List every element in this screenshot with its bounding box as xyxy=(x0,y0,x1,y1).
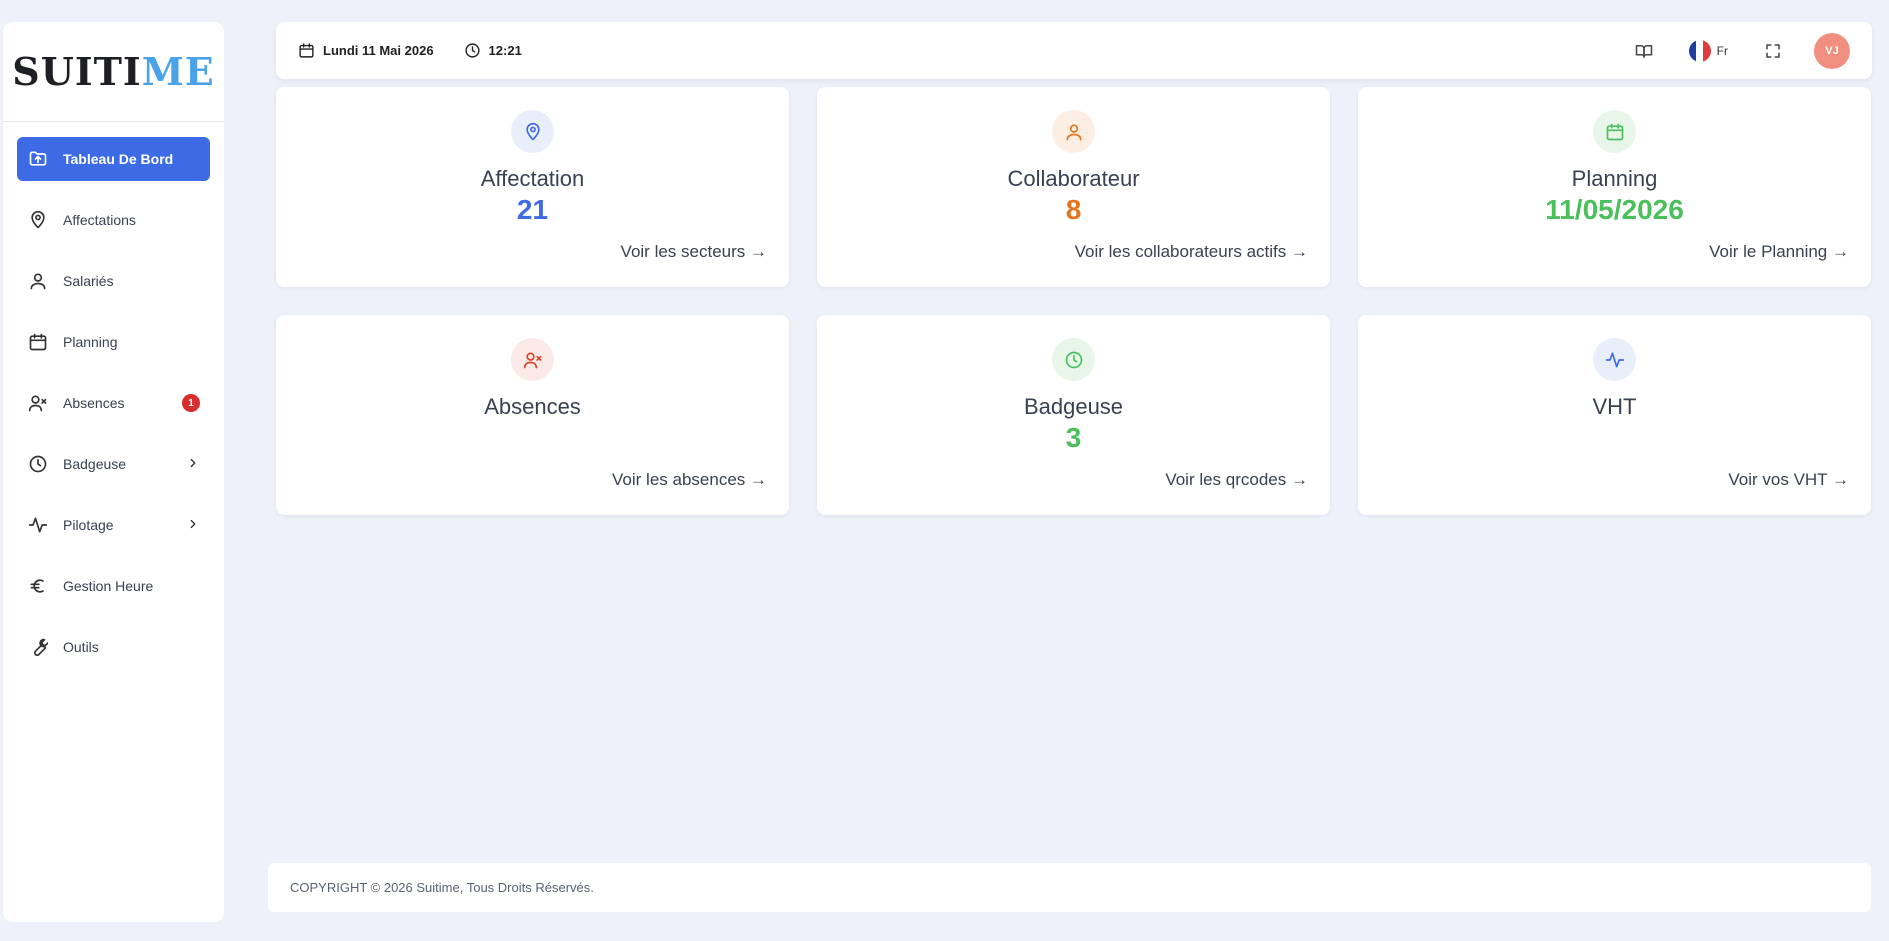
sidebar-item-absences[interactable]: Absences 1 xyxy=(17,381,210,425)
card-value: 3 xyxy=(1065,422,1082,453)
sidebar-item-label: Affectations xyxy=(63,212,136,228)
link-voir-vht[interactable]: Voir vos VHT → xyxy=(1728,470,1849,490)
card-affectation: Affectation 21 Voir les secteurs → xyxy=(276,87,789,287)
sidebar-item-tableau-de-bord[interactable]: Tableau De Bord xyxy=(17,137,210,181)
fullscreen-button[interactable] xyxy=(1764,42,1782,60)
sidebar-item-label: Absences xyxy=(63,395,125,411)
sidebar-item-label: Gestion Heure xyxy=(63,578,154,594)
sidebar-item-label: Badgeuse xyxy=(63,456,127,472)
sidebar: SUITIME Tableau De Bord Affectations Sal… xyxy=(3,22,224,922)
date-text: Lundi 11 Mai 2026 xyxy=(323,43,434,58)
sidebar-item-label: Planning xyxy=(63,334,118,350)
folder-upload-icon xyxy=(27,148,49,170)
dashboard-cards: Affectation 21 Voir les secteurs → Colla… xyxy=(276,87,1872,515)
card-title: Affectation xyxy=(480,166,585,191)
top-header: Lundi 11 Mai 2026 12:21 Fr VJ xyxy=(276,22,1872,79)
activity-icon xyxy=(27,514,49,536)
sidebar-item-label: Pilotage xyxy=(63,517,114,533)
clock-icon xyxy=(464,43,480,58)
calendar-icon xyxy=(27,331,49,353)
card-vht: VHT Voir vos VHT → xyxy=(1358,315,1871,515)
link-voir-collaborateurs[interactable]: Voir les collaborateurs actifs → xyxy=(1075,242,1308,262)
current-date: Lundi 11 Mai 2026 xyxy=(298,42,434,59)
avatar[interactable]: VJ xyxy=(1814,32,1850,69)
documentation-button[interactable] xyxy=(1635,42,1653,60)
calendar-icon xyxy=(299,43,314,58)
card-collaborateur: Collaborateur 8 Voir les collaborateurs … xyxy=(817,87,1330,287)
french-flag-icon xyxy=(1688,39,1711,62)
card-value: 8 xyxy=(1065,194,1082,225)
time-text: 12:21 xyxy=(488,43,522,58)
fullscreen-icon xyxy=(1766,43,1780,58)
sidebar-item-outils[interactable]: Outils xyxy=(17,625,210,669)
user-x-icon xyxy=(511,338,554,381)
map-pin-icon xyxy=(27,209,49,231)
copyright-text: COPYRIGHT © 2026 Suitime, Tous Droits Ré… xyxy=(290,880,594,895)
card-planning: Planning 11/05/2026 Voir le Planning → xyxy=(1358,87,1871,287)
sidebar-item-badgeuse[interactable]: Badgeuse xyxy=(17,442,210,486)
clock-icon xyxy=(27,453,49,475)
user-icon xyxy=(1052,110,1095,153)
card-title: Badgeuse xyxy=(1023,394,1124,419)
chevron-right-icon xyxy=(186,517,200,534)
sidebar-item-planning[interactable]: Planning xyxy=(17,320,210,364)
user-icon xyxy=(27,270,49,292)
absences-count-badge: 1 xyxy=(182,394,200,412)
clock-icon xyxy=(1052,338,1095,381)
sidebar-nav: Tableau De Bord Affectations Salariés Pl… xyxy=(3,122,224,701)
sidebar-item-label: Salariés xyxy=(63,273,114,289)
card-title: Planning xyxy=(1571,166,1658,191)
language-selector[interactable]: Fr xyxy=(1688,39,1728,62)
card-value xyxy=(276,422,789,456)
card-value xyxy=(1358,422,1871,456)
card-value: 21 xyxy=(516,194,549,225)
footer: COPYRIGHT © 2026 Suitime, Tous Droits Ré… xyxy=(268,863,1871,912)
sidebar-item-label: Tableau De Bord xyxy=(63,151,174,167)
logo-text-mid: I xyxy=(122,49,142,94)
current-time: 12:21 xyxy=(464,42,522,59)
euro-icon xyxy=(27,575,49,597)
link-voir-secteurs[interactable]: Voir les secteurs → xyxy=(621,242,767,262)
logo-text-left: SUIT xyxy=(12,49,123,94)
calendar-icon xyxy=(1593,110,1636,153)
card-title: Absences xyxy=(484,394,581,419)
map-pin-icon xyxy=(511,110,554,153)
logo[interactable]: SUITIME xyxy=(3,22,224,122)
sidebar-item-gestion-heure[interactable]: Gestion Heure xyxy=(17,564,210,608)
activity-icon xyxy=(1593,338,1636,381)
logo-text-right: ME xyxy=(141,49,215,94)
sidebar-item-affectations[interactable]: Affectations xyxy=(17,198,210,242)
card-title: Collaborateur xyxy=(1007,166,1140,191)
sidebar-item-label: Outils xyxy=(63,639,99,655)
wrench-icon xyxy=(27,636,49,658)
language-label: Fr xyxy=(1716,43,1728,58)
card-absences: Absences Voir les absences → xyxy=(276,315,789,515)
card-badgeuse: Badgeuse 3 Voir les qrcodes → xyxy=(817,315,1330,515)
book-open-icon xyxy=(1635,44,1652,58)
card-title: VHT xyxy=(1592,394,1637,419)
link-voir-absences[interactable]: Voir les absences → xyxy=(612,470,767,490)
chevron-right-icon xyxy=(186,456,200,473)
link-voir-qrcodes[interactable]: Voir les qrcodes → xyxy=(1165,470,1308,490)
link-voir-planning[interactable]: Voir le Planning → xyxy=(1709,242,1849,262)
user-x-icon xyxy=(27,392,49,414)
sidebar-item-pilotage[interactable]: Pilotage xyxy=(17,503,210,547)
card-value: 11/05/2026 xyxy=(1545,194,1684,225)
sidebar-item-salaries[interactable]: Salariés xyxy=(17,259,210,303)
